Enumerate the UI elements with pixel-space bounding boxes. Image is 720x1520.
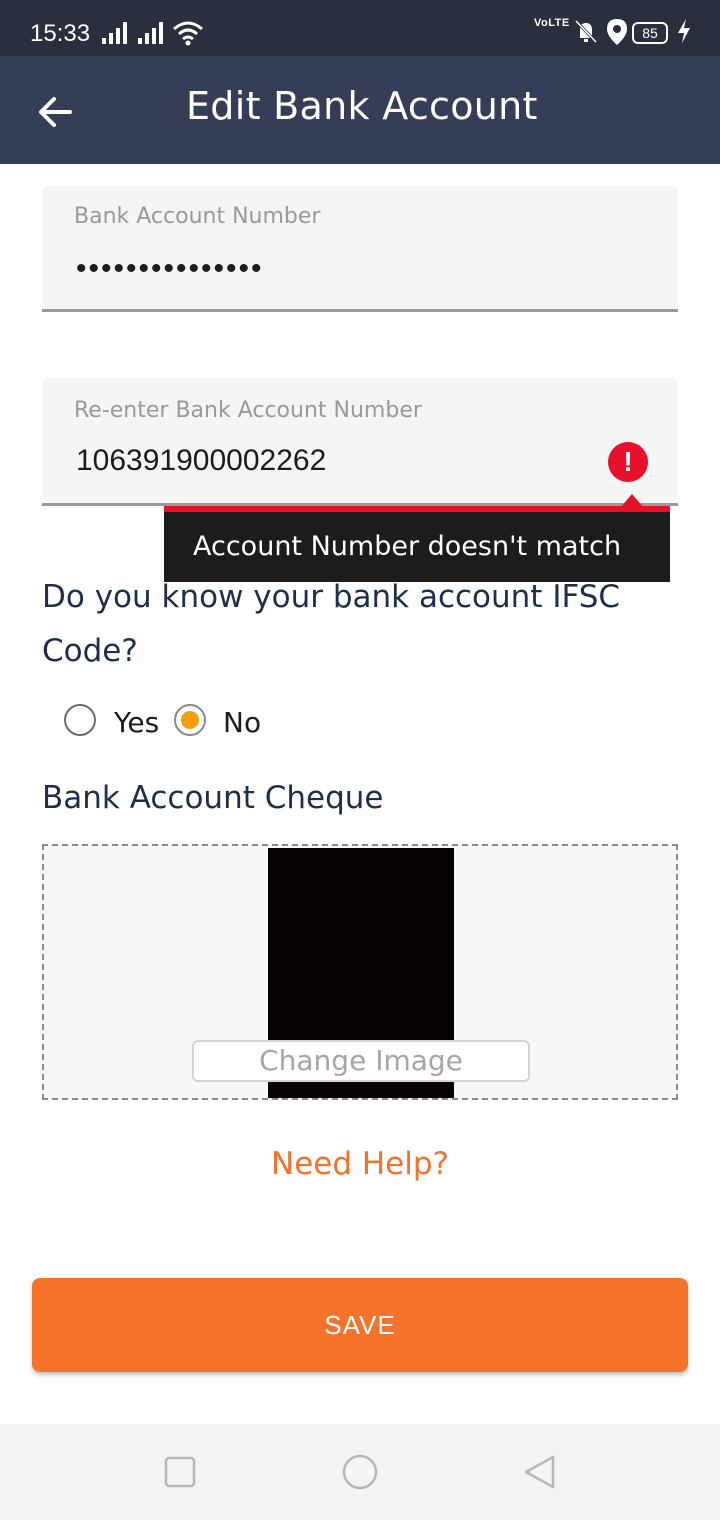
ifsc-radio-group: Yes No xyxy=(64,704,364,744)
wifi-icon xyxy=(173,21,203,46)
nav-home-icon[interactable] xyxy=(342,1454,378,1490)
reenter-account-number-field[interactable]: Re-enter Bank Account Number 10639190000… xyxy=(42,378,678,506)
signal-icon xyxy=(102,22,127,44)
mute-icon xyxy=(574,19,598,44)
change-image-button[interactable]: Change Image xyxy=(192,1040,530,1082)
reenter-account-number-label: Re-enter Bank Account Number xyxy=(74,398,422,423)
cheque-section-title: Bank Account Cheque xyxy=(42,780,384,816)
radio-yes[interactable] xyxy=(64,704,96,736)
radio-no-label[interactable]: No xyxy=(223,706,261,739)
nav-recents-icon[interactable] xyxy=(162,1454,198,1490)
charging-icon xyxy=(678,19,690,43)
field-underline xyxy=(42,309,678,312)
radio-no[interactable] xyxy=(174,704,206,736)
system-nav-bar xyxy=(0,1424,720,1520)
save-button[interactable]: SAVE xyxy=(32,1278,688,1372)
status-time: 15:33 xyxy=(30,20,91,47)
back-arrow-icon[interactable] xyxy=(30,86,82,138)
volte-indicator: VoLTE xyxy=(534,17,570,29)
account-number-label: Bank Account Number xyxy=(74,204,321,229)
location-icon xyxy=(607,19,627,45)
reenter-account-number-input[interactable]: 106391900002262 xyxy=(76,444,326,478)
ifsc-question: Do you know your bank account IFSC Code? xyxy=(42,579,621,669)
battery-indicator: 85 xyxy=(632,22,668,44)
error-icon[interactable]: ! xyxy=(608,442,648,482)
nav-back-icon[interactable] xyxy=(522,1454,558,1490)
need-help-link[interactable]: Need Help? xyxy=(0,1146,720,1182)
radio-yes-label[interactable]: Yes xyxy=(114,706,159,739)
signal-icon xyxy=(138,22,163,44)
account-number-field[interactable]: Bank Account Number ••••••••••••••• xyxy=(42,186,678,312)
page-title: Edit Bank Account xyxy=(186,84,538,128)
account-number-input[interactable]: ••••••••••••••• xyxy=(76,252,264,286)
status-bar: 15:33 VoLTE 85 xyxy=(0,0,720,56)
cheque-upload-box[interactable]: Change Image xyxy=(42,844,678,1100)
